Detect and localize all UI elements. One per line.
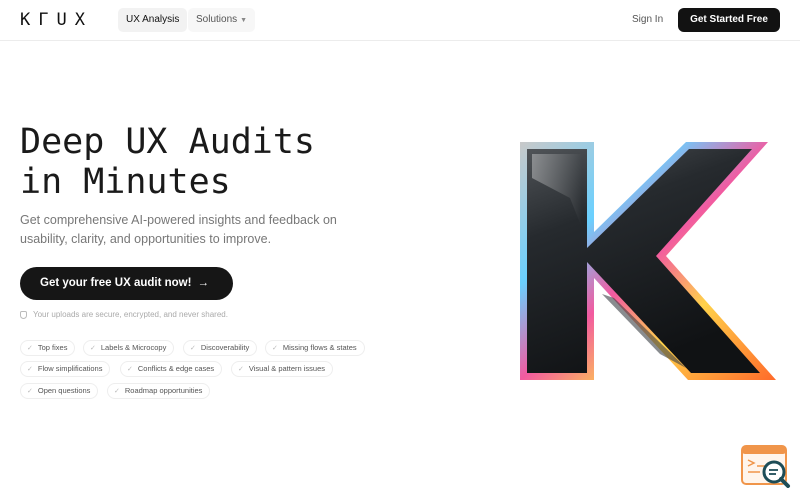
feature-chip: ✓ Roadmap opportunities — [107, 383, 211, 399]
feature-label: Top fixes — [37, 343, 68, 352]
widget-titlebar — [742, 446, 786, 454]
sign-in-link[interactable]: Sign In — [632, 14, 663, 25]
feature-chip: ✓ Conflicts & edge cases — [120, 361, 223, 377]
security-note-text: Your uploads are secure, encrypted, and … — [33, 310, 228, 319]
nav-tab-ux-analysis[interactable]: UX Analysis — [118, 8, 188, 32]
nav-tab-label: UX Analysis — [126, 14, 180, 25]
feature-chip: ✓ Missing flows & states — [265, 340, 365, 356]
check-icon: ✓ — [90, 345, 96, 352]
logo-text: KΓUX — [20, 10, 93, 30]
feature-chip: ✓ Open questions — [20, 383, 99, 399]
feature-chip: ✓ Visual & pattern issues — [231, 361, 334, 377]
feature-label: Labels & Microcopy — [100, 343, 167, 352]
hero-title-line2: in Minutes — [20, 162, 231, 202]
feature-chip: ✓ Top fixes — [20, 340, 76, 356]
feature-label: Conflicts & edge cases — [137, 364, 215, 373]
nav-tab-label: Solutions — [196, 14, 238, 25]
free-audit-label: Get your free UX audit now! — [40, 277, 192, 289]
arrow-right-icon: → — [197, 277, 209, 289]
feature-label: Roadmap opportunities — [124, 386, 203, 395]
top-navbar: KΓUX UX Analysis Solutions ▼ Sign In Get … — [0, 0, 800, 41]
feature-label: Discoverability — [200, 343, 250, 352]
nav-tab-solutions[interactable]: Solutions ▼ — [188, 8, 256, 32]
krux-logo[interactable]: KΓUX — [20, 10, 100, 30]
check-icon: ✓ — [114, 388, 120, 395]
check-icon: ✓ — [190, 345, 196, 352]
k-logo-3d — [520, 142, 776, 380]
feature-label: Missing flows & states — [282, 343, 357, 352]
check-icon: ✓ — [27, 366, 33, 373]
get-started-button[interactable]: Get Started Free — [678, 8, 780, 32]
free-audit-button[interactable]: Get your free UX audit now! → — [20, 267, 233, 300]
check-icon: ✓ — [272, 345, 278, 352]
feature-label: Visual & pattern issues — [248, 364, 326, 373]
check-icon: ✓ — [27, 388, 33, 395]
feature-chip: ✓ Discoverability — [183, 340, 258, 356]
check-icon: ✓ — [238, 366, 244, 373]
hero-title-line1: Deep UX Audits — [20, 122, 316, 162]
feature-label: Open questions — [37, 386, 91, 395]
feature-chip: ✓ Flow simplifications — [20, 361, 111, 377]
check-icon: ✓ — [127, 366, 133, 373]
security-note: Your uploads are secure, encrypted, and … — [20, 310, 228, 319]
feature-chip: ✓ Labels & Microcopy — [83, 340, 175, 356]
check-icon: ✓ — [27, 345, 33, 352]
chevron-down-icon: ▼ — [240, 17, 248, 24]
search-feedback-icon[interactable] — [740, 444, 792, 488]
hero-subtitle: Get comprehensive AI-powered insights an… — [20, 213, 337, 246]
feature-label: Flow simplifications — [37, 364, 103, 373]
shield-icon — [20, 310, 27, 319]
hero-title: Deep UX Audits in Minutes — [20, 122, 400, 202]
